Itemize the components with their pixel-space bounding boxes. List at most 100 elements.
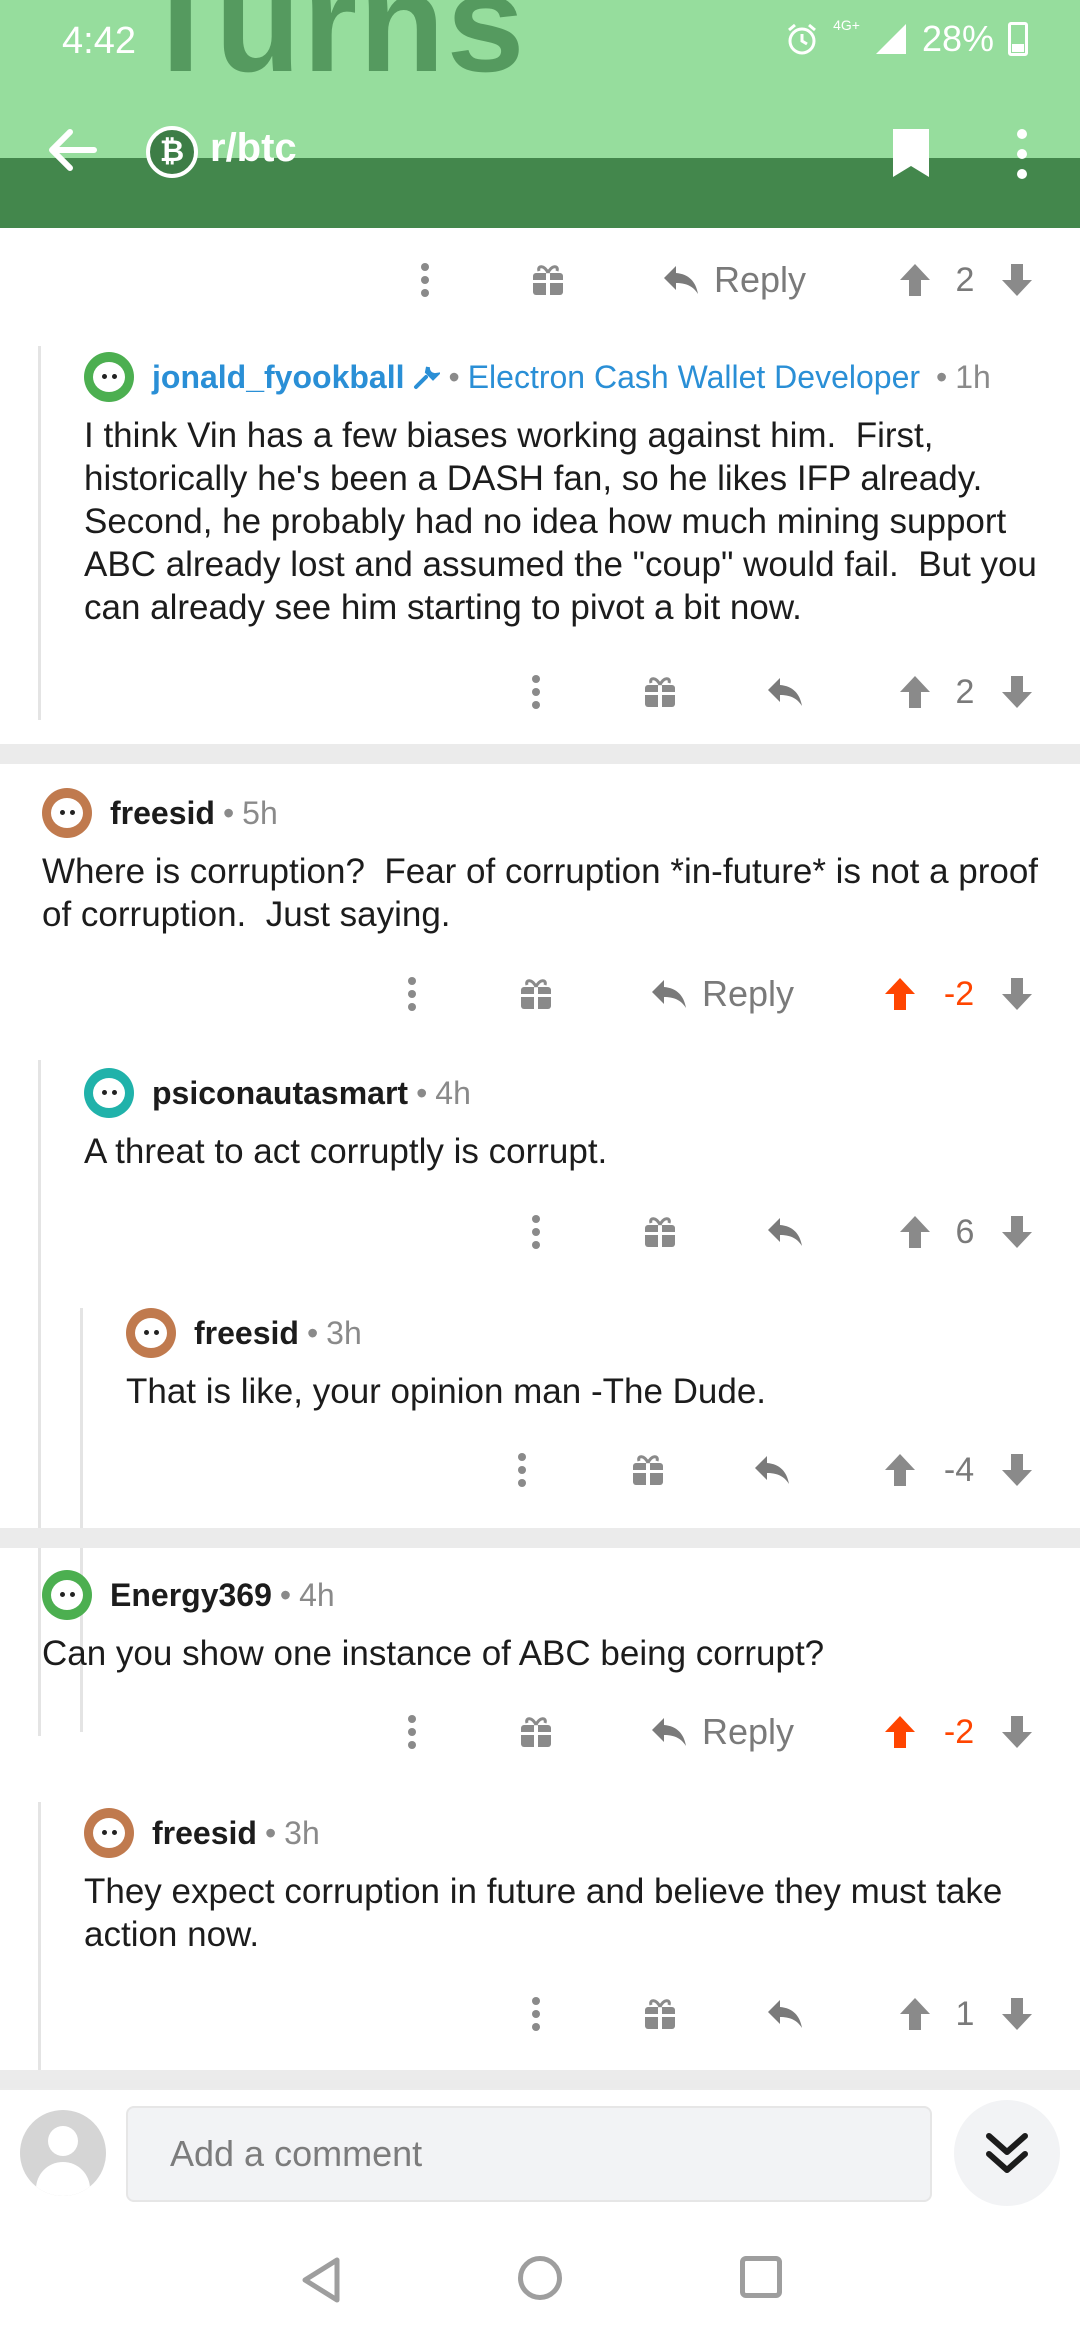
- more-options-button[interactable]: [392, 1702, 432, 1762]
- upvote-button[interactable]: [880, 1440, 920, 1500]
- downvote-arrow-icon: [1002, 1216, 1032, 1248]
- upvote-button[interactable]: [880, 964, 920, 1024]
- upvote-arrow-icon: [900, 1216, 930, 1248]
- comment-author[interactable]: psiconautasmart: [152, 1075, 408, 1112]
- action-row: Reply -2: [0, 1702, 1080, 1762]
- comment-body: Can you show one instance of ABC being c…: [42, 1634, 825, 1673]
- more-options-button[interactable]: [405, 250, 445, 310]
- comment-age: 4h: [299, 1576, 335, 1613]
- user-flair: Electron Cash Wallet Developer: [467, 358, 921, 395]
- upvote-button[interactable]: [895, 1984, 935, 2044]
- gift-icon: [633, 1455, 663, 1485]
- gift-icon: [645, 677, 675, 707]
- add-comment-input[interactable]: Add a comment: [126, 2106, 932, 2202]
- status-icons: 4G+ 28%: [785, 17, 1028, 60]
- downvote-arrow-icon: [1002, 1716, 1032, 1748]
- downvote-button[interactable]: [997, 964, 1037, 1024]
- downvote-button[interactable]: [997, 1440, 1037, 1500]
- award-button[interactable]: [640, 662, 680, 722]
- comment-author[interactable]: jonald_fyookball: [152, 359, 404, 396]
- user-avatar[interactable]: [20, 2110, 106, 2196]
- downvote-arrow-icon: [1002, 1454, 1032, 1486]
- reply-button[interactable]: Reply: [642, 1702, 802, 1762]
- gift-icon: [521, 979, 551, 1009]
- comment: Energy369 • 4h Can you show one instance…: [42, 1570, 1042, 1675]
- reply-arrow-icon: [755, 1456, 789, 1484]
- vote-score: 1: [955, 1994, 975, 2033]
- downvote-button[interactable]: [997, 1984, 1037, 2044]
- downvote-button[interactable]: [997, 1202, 1037, 1262]
- vertical-dots-icon: [532, 1215, 540, 1249]
- award-button[interactable]: [628, 1440, 668, 1500]
- action-row: 2: [0, 662, 1080, 722]
- upvote-button[interactable]: [880, 1702, 920, 1762]
- reply-button[interactable]: [765, 1984, 805, 2044]
- reply-button[interactable]: [752, 1440, 792, 1500]
- system-nav-bar: [0, 2218, 1080, 2340]
- reply-button[interactable]: Reply: [654, 250, 814, 310]
- comment-author[interactable]: freesid: [110, 795, 215, 832]
- reply-button[interactable]: [765, 1202, 805, 1262]
- reply-arrow-icon: [768, 678, 802, 706]
- award-button[interactable]: [528, 250, 568, 310]
- collapse-threads-button[interactable]: [954, 2100, 1060, 2206]
- subreddit-name[interactable]: r/btc: [210, 126, 297, 171]
- vertical-dots-icon: [408, 1715, 416, 1749]
- comment-age: 1h: [955, 358, 991, 395]
- award-button[interactable]: [640, 1202, 680, 1262]
- nav-home-icon[interactable]: [518, 2256, 562, 2300]
- reply-arrow-icon: [651, 1718, 686, 1746]
- reply-button[interactable]: Reply: [642, 964, 802, 1024]
- upvote-button[interactable]: [895, 250, 935, 310]
- bitcoin-icon[interactable]: ₿: [146, 126, 198, 178]
- back-arrow-icon[interactable]: [44, 122, 100, 178]
- status-time: 4:42: [62, 20, 136, 62]
- reply-arrow-icon: [663, 266, 698, 294]
- comment-author[interactable]: freesid: [194, 1315, 299, 1352]
- reply-arrow-icon: [651, 980, 686, 1008]
- downvote-button[interactable]: [997, 662, 1037, 722]
- comment-body: A threat to act corruptly is corrupt.: [84, 1132, 608, 1171]
- avatar[interactable]: [84, 1068, 134, 1118]
- avatar[interactable]: [84, 1808, 134, 1858]
- thread-indent-line: [38, 1060, 41, 1736]
- downvote-button[interactable]: [997, 250, 1037, 310]
- more-options-button[interactable]: [502, 1440, 542, 1500]
- comment-author[interactable]: Energy369: [110, 1577, 272, 1614]
- upvote-button[interactable]: [895, 662, 935, 722]
- avatar[interactable]: [84, 352, 134, 402]
- more-options-button[interactable]: [516, 1984, 556, 2044]
- nav-recents-icon[interactable]: [740, 2256, 782, 2298]
- avatar[interactable]: [126, 1308, 176, 1358]
- reply-button[interactable]: [765, 662, 805, 722]
- action-row: Reply -2: [0, 964, 1080, 1024]
- downvote-button[interactable]: [997, 1702, 1037, 1762]
- overflow-menu-icon[interactable]: [1010, 126, 1034, 182]
- comment: freesid • 3h They expect corruption in f…: [84, 1808, 1064, 1956]
- vote-score: -2: [943, 974, 975, 1013]
- downvote-arrow-icon: [1002, 264, 1032, 296]
- gift-icon: [533, 265, 563, 295]
- award-button[interactable]: [640, 1984, 680, 2044]
- alarm-icon: [788, 23, 817, 55]
- avatar[interactable]: [42, 788, 92, 838]
- reply-arrow-icon: [768, 1218, 802, 1246]
- comment-author[interactable]: freesid: [152, 1815, 257, 1852]
- upvote-arrow-icon: [900, 1998, 930, 2030]
- award-button[interactable]: [516, 964, 556, 1024]
- more-options-button[interactable]: [392, 964, 432, 1024]
- nav-back-icon[interactable]: [300, 2256, 342, 2304]
- comment: jonald_fyookball • Electron Cash Wallet …: [84, 352, 1064, 629]
- comment: freesid • 5h Where is corruption? Fear o…: [42, 788, 1042, 936]
- action-row: 6: [0, 1202, 1080, 1262]
- vote-score: 2: [955, 260, 975, 299]
- upvote-arrow-icon: [885, 1454, 915, 1486]
- upvote-button[interactable]: [895, 1202, 935, 1262]
- comment: freesid • 3h That is like, your opinion …: [126, 1308, 1066, 1413]
- downvote-arrow-icon: [1002, 978, 1032, 1010]
- award-button[interactable]: [516, 1702, 556, 1762]
- more-options-button[interactable]: [516, 662, 556, 722]
- bookmark-icon[interactable]: [890, 126, 932, 180]
- avatar[interactable]: [42, 1570, 92, 1620]
- more-options-button[interactable]: [516, 1202, 556, 1262]
